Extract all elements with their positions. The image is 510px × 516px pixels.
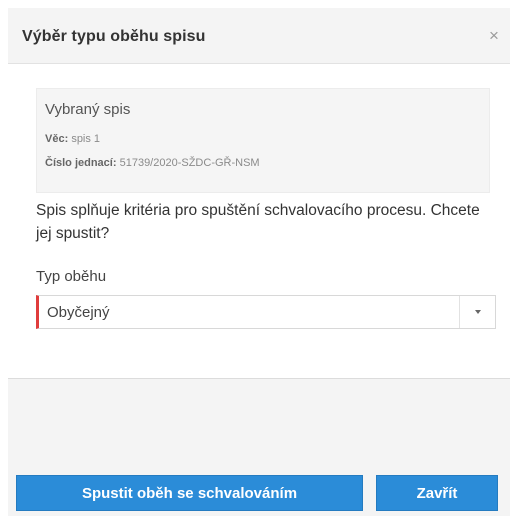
reference-number-line: Číslo jednací: 51739/2020-SŽDC-GŘ-NSM: [45, 157, 260, 169]
circulation-type-dialog: Výběr typu oběhu spisu × Vybraný spis Vě…: [8, 8, 510, 516]
subject-label: Věc:: [45, 133, 69, 145]
dialog-title: Výběr typu oběhu spisu: [22, 28, 206, 45]
start-approval-button[interactable]: Spustit oběh se schvalováním: [16, 475, 363, 511]
circulation-type-select[interactable]: Obyčejný: [36, 295, 496, 329]
close-icon[interactable]: ×: [484, 26, 504, 46]
selected-file-title: Vybraný spis: [45, 101, 131, 118]
confirmation-message: Spis splňuje kritéria pro spuštění schva…: [36, 202, 480, 242]
close-button[interactable]: Zavřít: [376, 475, 498, 511]
subject-line: Věc: spis 1: [45, 133, 100, 145]
circulation-type-selected-value: Obyčejný: [47, 304, 110, 321]
selected-file-panel: Vybraný spis Věc: spis 1 Číslo jednací: …: [36, 88, 490, 193]
dialog-footer: Spustit oběh se schvalováním Zavřít: [8, 378, 510, 516]
reference-number-value: 51739/2020-SŽDC-GŘ-NSM: [119, 157, 260, 169]
chevron-down-icon[interactable]: [459, 296, 495, 328]
circulation-type-label: Typ oběhu: [36, 268, 107, 285]
reference-number-label: Číslo jednací:: [45, 157, 117, 169]
subject-value: spis 1: [71, 133, 101, 145]
dialog-header: Výběr typu oběhu spisu ×: [8, 8, 510, 64]
